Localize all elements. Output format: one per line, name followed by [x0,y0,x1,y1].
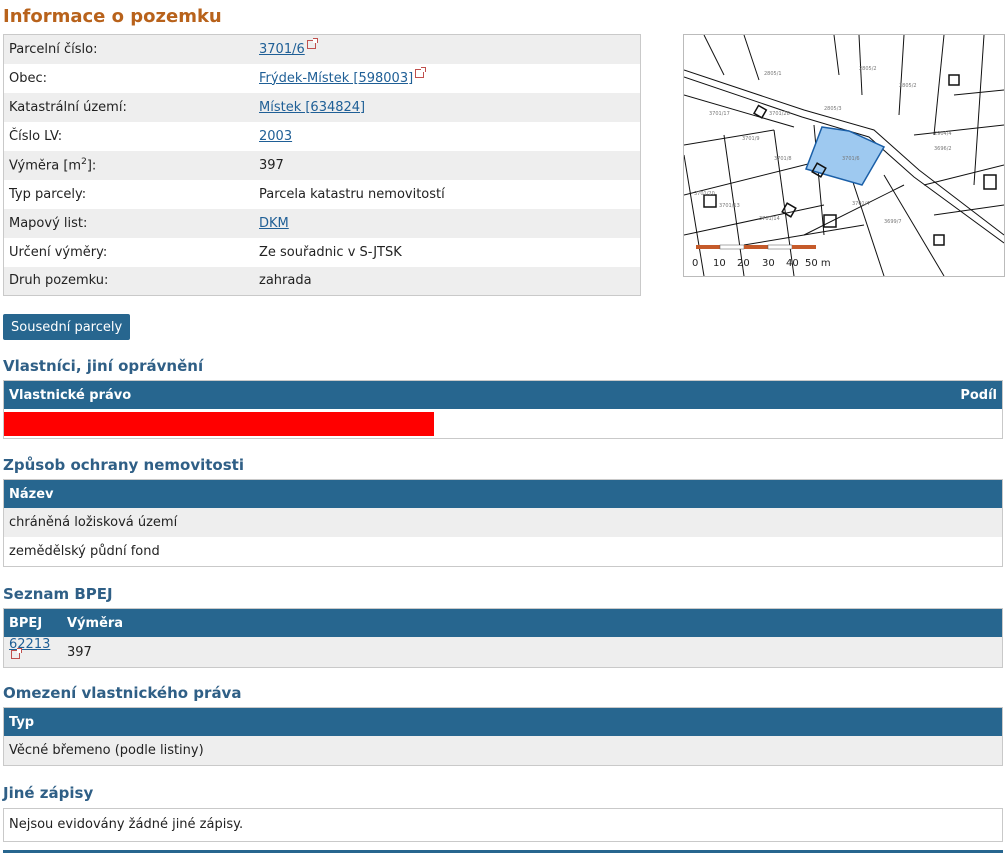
svg-text:3701/6: 3701/6 [842,156,860,162]
col-name: Název [3,479,1003,508]
page-title: Informace o pozemku [3,6,222,27]
restrictions-section: Omezení vlastnického práva Typ Věcné bře… [3,684,1003,766]
scale-label: 30 [762,258,775,269]
svg-text:3701/4: 3701/4 [852,201,870,207]
external-link-icon [11,648,22,659]
info-row: Obec: Frýdek-Místek [598003] [3,63,641,93]
municipality-link[interactable]: Frýdek-Místek [598003] [259,71,413,86]
info-value: zahrada [254,266,641,296]
svg-text:3701/17: 3701/17 [709,111,730,117]
svg-text:2805/1: 2805/1 [764,71,782,77]
table-row: chráněná ložisková území [3,508,1003,537]
table-row: Věcné břemeno (podle listiny) [3,736,1003,766]
bpej-table: BPEJ Výměra 62213 397 [3,608,1003,668]
protection-section: Způsob ochrany nemovitosti Název chráněn… [3,456,1003,567]
parcel-number-link[interactable]: 3701/6 [259,42,305,57]
info-value: Frýdek-Místek [598003] [254,63,641,93]
svg-text:3701/8: 3701/8 [774,156,792,162]
bpej-section: Seznam BPEJ BPEJ Výměra 62213 397 [3,585,1003,668]
info-value: Parcela katastru nemovitostí [254,179,641,209]
svg-text:3701/13: 3701/13 [719,203,740,209]
col-share: Podíl [740,380,1003,409]
cadastral-map[interactable]: 3701/17 3701/28 3701/9 3701/8 3701/6 3701/2… [683,34,1005,277]
table-row: 62213 397 [3,637,1003,668]
info-label: Obec: [3,63,254,93]
info-label: Druh pozemku: [3,266,254,296]
info-row: Typ parcely: Parcela katastru nemovitost… [3,179,641,209]
map-drawing: 3701/17 3701/28 3701/9 3701/8 3701/6 3701/2… [684,35,1004,276]
owners-heading: Vlastníci, jiní oprávnění [3,357,204,375]
cadastral-area-link[interactable]: Místek [634824] [259,100,365,115]
info-row: Mapový list: DKM [3,208,641,238]
scale-label: 20 [737,258,750,269]
info-value: 3701/6 [254,34,641,64]
info-label: Číslo LV: [3,121,254,151]
info-row: Výměra [m2]: 397 [3,150,641,180]
other-records-section: Jiné zápisy Nejsou evidovány žádné jiné … [3,784,1003,842]
info-row: Parcelní číslo: 3701/6 [3,34,641,64]
info-row: Druh pozemku: zahrada [3,266,641,296]
table-row: zemědělský půdní fond [3,537,1003,567]
svg-text:2805/2: 2805/2 [899,83,917,89]
parcel-info-table: Parcelní číslo: 3701/6 Obec: Frýdek-Míst… [3,34,641,296]
other-records-note: Nejsou evidovány žádné jiné zápisy. [3,808,1003,842]
other-heading: Jiné zápisy [3,784,94,802]
svg-text:3701/28: 3701/28 [769,111,790,117]
info-label: Mapový list: [3,208,254,238]
info-value: Ze souřadnic v S-JTSK [254,237,641,267]
col-ownership-right: Vlastnické právo [3,380,741,409]
protection-table: Název chráněná ložisková území zemědělsk… [3,479,1003,567]
svg-text:3701/14: 3701/14 [759,216,780,222]
scale-label: 40 [786,258,799,269]
info-row: Určení výměry: Ze souřadnic v S-JTSK [3,237,641,267]
col-bpej: BPEJ [3,608,62,637]
info-label: Katastrální území: [3,92,254,122]
info-label: Výměra [m2]: [3,150,254,180]
protection-heading: Způsob ochrany nemovitosti [3,456,244,474]
owners-table: Vlastnické právo Podíl [3,380,1003,439]
scale-label: 0 [692,258,698,269]
svg-text:2805/3: 2805/3 [824,106,842,112]
col-type: Typ [3,707,1003,736]
info-label: Typ parcely: [3,179,254,209]
info-value: DKM [254,208,641,238]
scale-label: 10 [713,258,726,269]
svg-text:2904/4: 2904/4 [934,131,952,137]
svg-text:3699/7: 3699/7 [884,219,902,225]
restrictions-table: Typ Věcné břemeno (podle listiny) [3,707,1003,766]
external-link-icon [306,37,318,49]
col-area: Výměra [62,608,1003,637]
bpej-heading: Seznam BPEJ [3,585,113,603]
info-value: Místek [634824] [254,92,641,122]
scale-label: 50 m [805,258,831,269]
owners-section: Vlastníci, jiní oprávnění Vlastnické prá… [3,357,1003,439]
svg-text:3696/2: 3696/2 [934,146,952,152]
lv-number-link[interactable]: 2003 [259,129,292,144]
info-value: 397 [254,150,641,180]
info-row: Číslo LV: 2003 [3,121,641,151]
external-link-icon [415,66,427,78]
neighbor-parcels-button[interactable]: Sousední parcely [3,314,131,340]
map-sheet-link[interactable]: DKM [259,216,289,231]
restrictions-heading: Omezení vlastnického práva [3,684,242,702]
info-label: Určení výměry: [3,237,254,267]
info-label: Parcelní číslo: [3,34,254,64]
svg-text:2805/2: 2805/2 [859,66,877,72]
svg-text:3701/20: 3701/20 [694,191,715,197]
info-row: Katastrální území: Místek [634824] [3,92,641,122]
redacted-owner [4,411,434,436]
info-value: 2003 [254,121,641,151]
svg-text:3701/9: 3701/9 [742,136,760,142]
